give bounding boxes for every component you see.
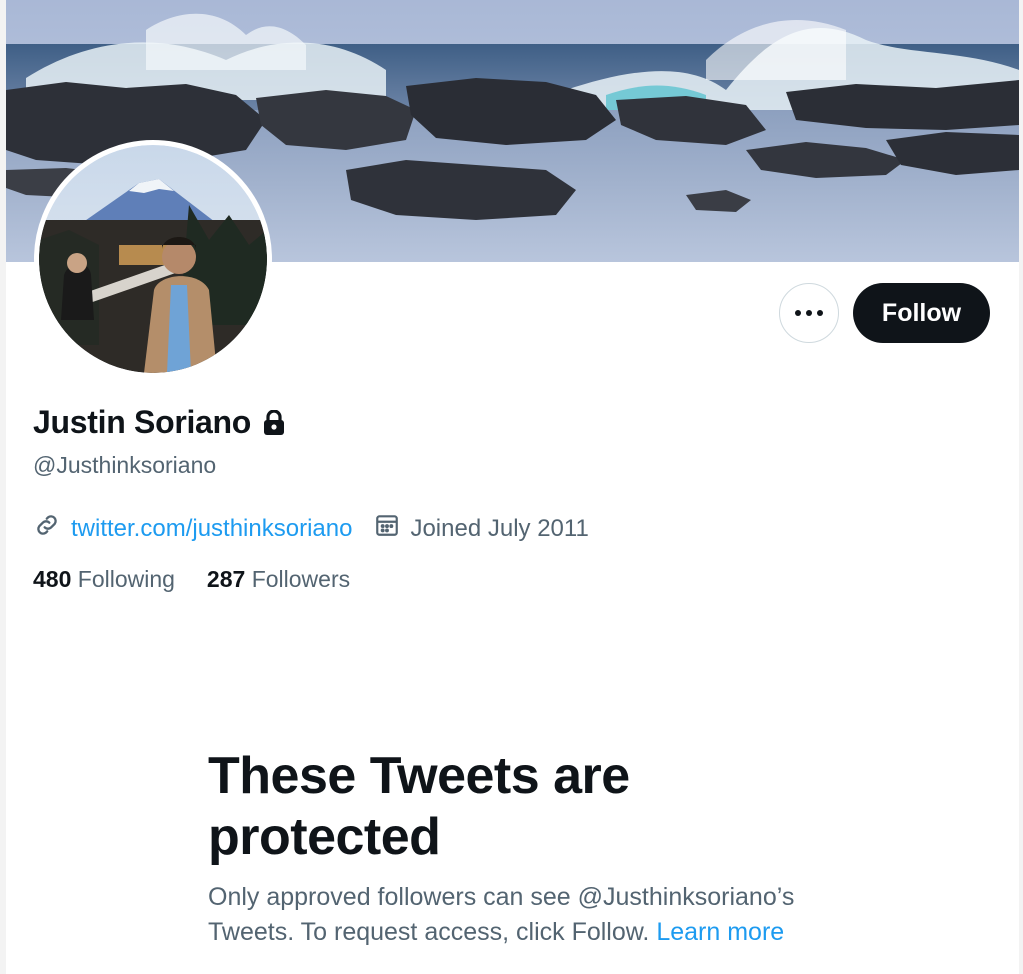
profile-name-row: Justin Soriano (33, 404, 285, 441)
calendar-icon (374, 512, 410, 545)
following-count: 480 (33, 566, 72, 592)
followers-label: Followers (251, 566, 351, 592)
follow-button[interactable]: Follow (853, 283, 990, 343)
protected-notice-description: Only approved followers can see @Justhin… (208, 880, 848, 950)
link-icon (33, 511, 71, 546)
more-options-button[interactable] (779, 283, 839, 343)
following-label: Following (77, 566, 175, 592)
followers-stat[interactable]: 287 Followers (207, 566, 350, 593)
lock-icon (263, 409, 285, 436)
website-link[interactable]: twitter.com/justhinksoriano (71, 515, 352, 543)
website-item: twitter.com/justhinksoriano (33, 511, 352, 546)
display-name: Justin Soriano (33, 404, 252, 440)
joined-date: Joined July 2011 (410, 514, 589, 542)
followers-count: 287 (206, 566, 246, 592)
profile-meta: twitter.com/justhinksoriano Joined July … (33, 511, 611, 546)
protected-notice-title: These Tweets are protected (208, 747, 630, 866)
following-stat[interactable]: 480 Following (33, 566, 175, 593)
profile-page: Follow Justin Soriano @Justhinksoriano t… (6, 0, 1019, 974)
user-handle: @Justhinksoriano (33, 452, 217, 478)
learn-more-link[interactable]: Learn more (656, 918, 784, 946)
joined-item: Joined July 2011 (374, 512, 589, 545)
profile-avatar[interactable] (34, 140, 272, 378)
more-horizontal-icon (794, 304, 824, 322)
follow-stats: 480 Following 287 Followers (33, 566, 382, 593)
